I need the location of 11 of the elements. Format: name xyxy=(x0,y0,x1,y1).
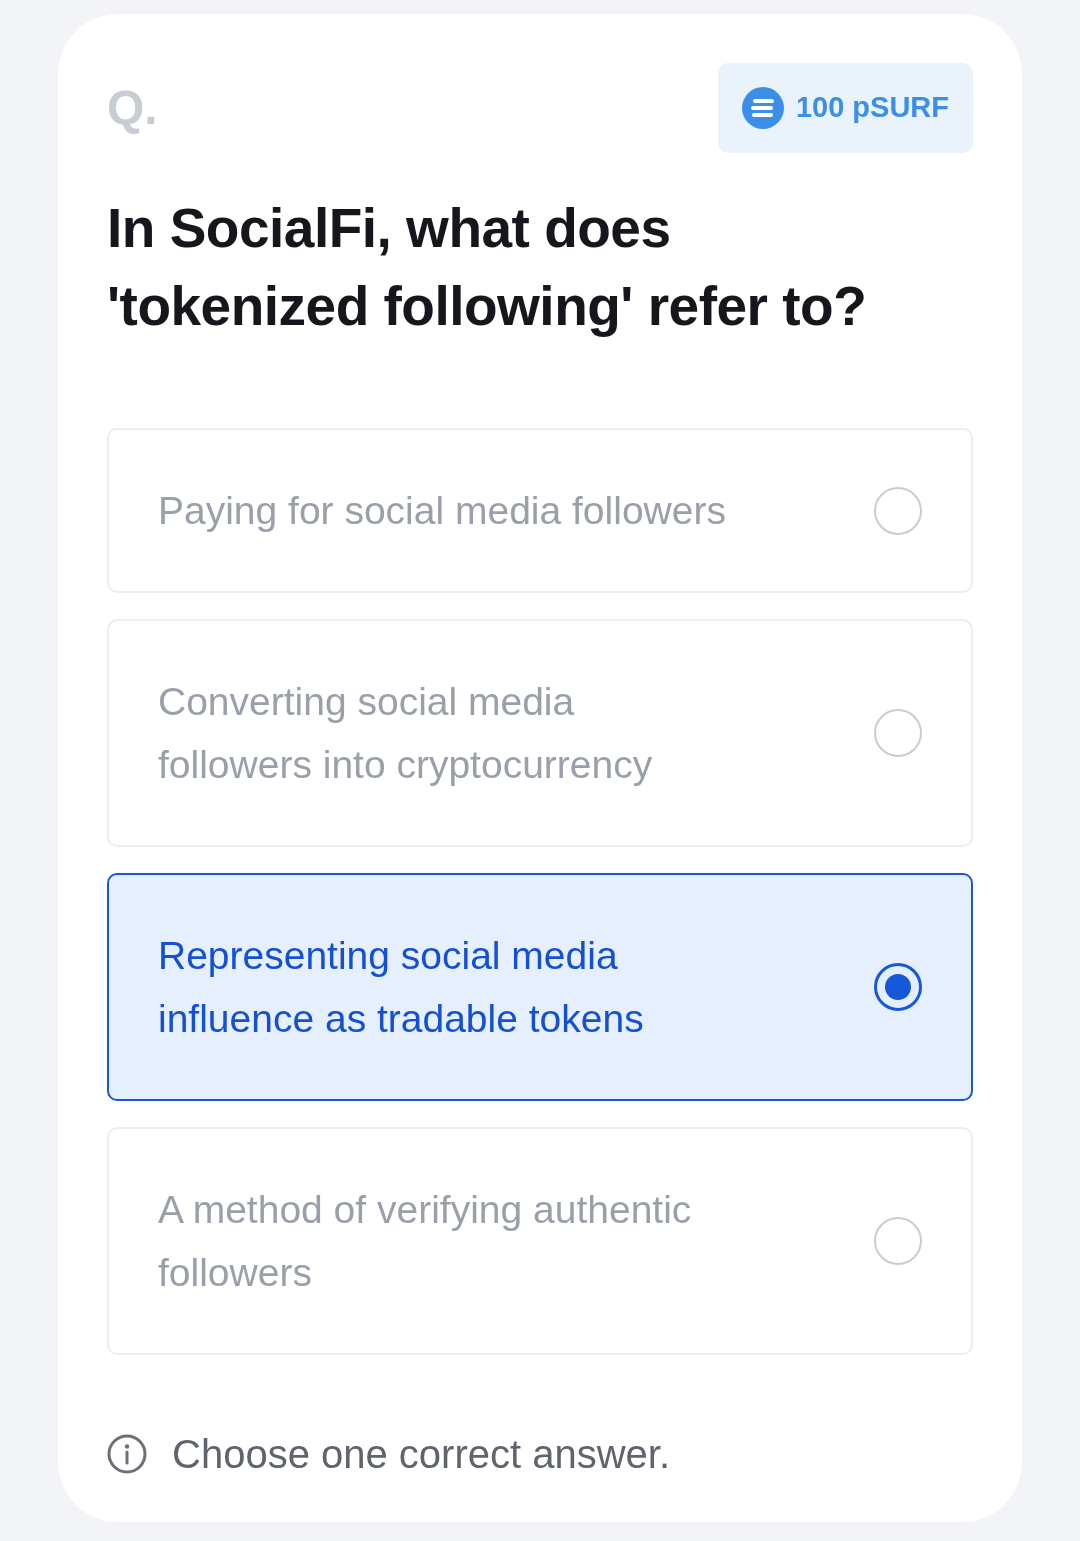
answer-option[interactable]: Representing social media influence as tradable tokens xyxy=(107,873,973,1101)
info-icon xyxy=(107,1434,147,1474)
coin-icon xyxy=(741,87,784,129)
question-marker: Q. xyxy=(107,84,158,132)
hint-text: Choose one correct answer. xyxy=(172,1431,671,1478)
radio-button[interactable] xyxy=(874,963,922,1011)
question-text: In SocialFi, what does 'tokenized following' refer to? xyxy=(107,196,868,339)
answer-option[interactable]: Paying for social media followers xyxy=(107,428,973,593)
answer-option[interactable]: A method of verifying authentic followers xyxy=(107,1127,973,1355)
answer-option[interactable]: Converting social media followers into cryptocurrency xyxy=(107,619,973,847)
reward-amount: 100 pSURF xyxy=(795,90,949,126)
